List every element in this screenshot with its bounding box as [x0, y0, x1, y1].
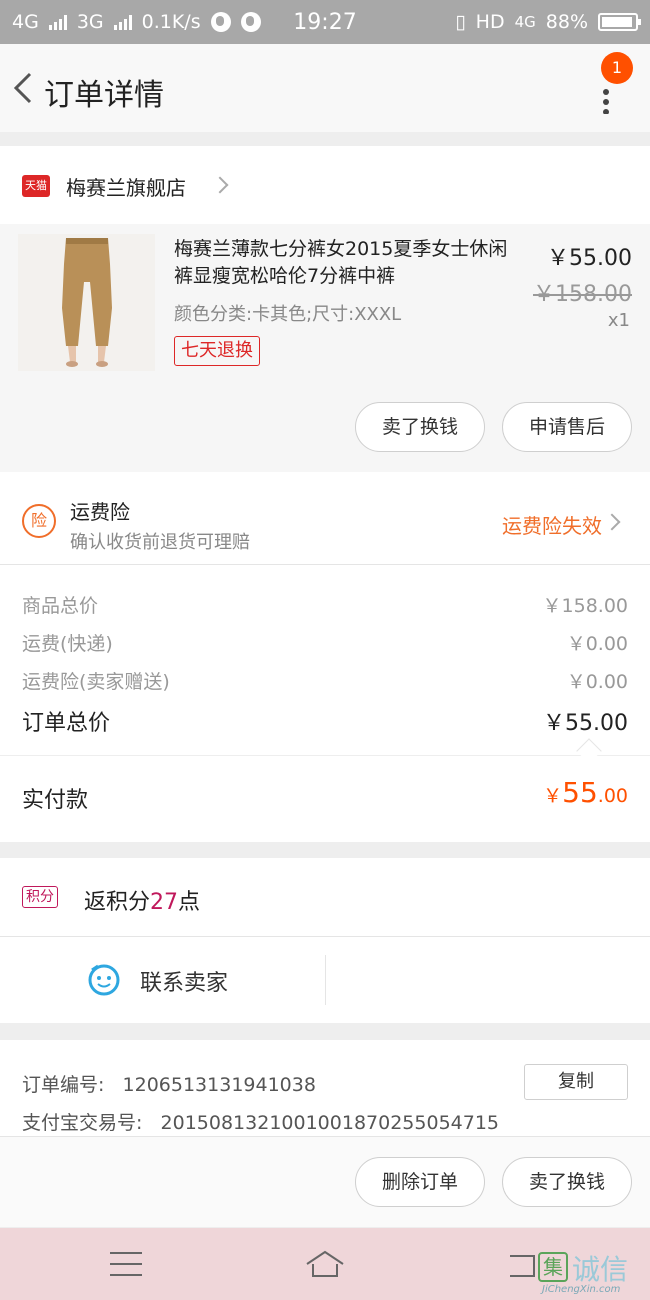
order-total-value: ￥55.00	[543, 711, 628, 736]
alipay-number: 2015081321001001870255054715	[160, 1112, 500, 1134]
page-title: 订单详情	[44, 78, 164, 113]
divider	[325, 955, 326, 1005]
store-name: 梅赛兰旗舰店	[66, 176, 186, 200]
row-value: ￥158.00	[542, 595, 628, 617]
points-icon: 积分	[22, 886, 58, 908]
battery-percent: 88%	[545, 11, 588, 33]
watermark-logo: 集	[538, 1252, 568, 1282]
tmall-icon: 天猫	[22, 175, 50, 197]
signal-icon	[48, 14, 67, 30]
product-image[interactable]	[18, 234, 155, 371]
points-text: 返积分27点	[84, 884, 200, 916]
notification-badge: 1	[601, 52, 633, 84]
contact-seller-label: 联系卖家	[140, 971, 229, 996]
return-policy-badge: 七天退换	[174, 336, 260, 366]
order-total-label: 订单总价	[22, 711, 111, 736]
points-amount: 27	[150, 890, 179, 915]
alipay-number-row: 支付宝交易号: 2015081321001001870255054715	[22, 1108, 499, 1135]
chat-face-icon	[88, 964, 120, 996]
watermark-url: JiChengXin.com	[542, 1284, 621, 1295]
row-value: ￥0.00	[566, 633, 628, 655]
product-card[interactable]: 梅赛兰薄款七分裤女2015夏季女士休闲裤显瘦宽松哈伦7分裤中裤 颜色分类:卡其色…	[0, 224, 650, 472]
order-info: 订单编号: 1206513131941038 支付宝交易号: 201508132…	[0, 1040, 650, 1136]
resell-button[interactable]: 卖了换钱	[502, 1157, 632, 1207]
subtotal-row: 商品总价 ￥158.00	[22, 591, 628, 618]
order-total-row: 订单总价 ￥55.00	[22, 705, 628, 737]
order-number-label: 订单编号:	[22, 1074, 105, 1096]
network-type-1: 4G	[12, 11, 39, 33]
back-nav-icon[interactable]	[508, 1250, 538, 1278]
order-actions: 删除订单 卖了换钱	[0, 1137, 650, 1227]
battery-icon	[598, 13, 641, 31]
row-label: 运费险(卖家赠送)	[22, 671, 170, 693]
resell-button[interactable]: 卖了换钱	[355, 402, 485, 452]
alipay-label: 支付宝交易号:	[22, 1112, 143, 1134]
network-speed: 0.1K/s	[141, 11, 201, 33]
paid-label: 实付款	[22, 788, 89, 813]
insurance-status: 运费险失效	[502, 514, 602, 538]
price-breakdown: 商品总价 ￥158.00 运费(快递) ￥0.00 运费险(卖家赠送) ￥0.0…	[0, 565, 650, 755]
watermark-text: 诚信	[572, 1253, 629, 1286]
points-prefix: 返积分	[84, 890, 151, 915]
network-type-3: 4G	[514, 13, 536, 31]
points-suffix: 点	[178, 890, 201, 915]
points-row: 积分 返积分27点	[0, 858, 650, 936]
insurance-subtitle: 确认收货前退货可理赔	[70, 532, 250, 553]
shipping-row: 运费(快递) ￥0.00	[22, 629, 628, 656]
status-bar: 4G 3G 0.1K/s 19:27 ▯ HD 4G 88%	[0, 0, 650, 44]
sync-icon	[210, 12, 231, 32]
product-sku: 颜色分类:卡其色;尺寸:XXXL	[174, 304, 402, 325]
signal-icon	[113, 14, 132, 30]
insurance-fee-row: 运费险(卖家赠送) ￥0.00	[22, 667, 628, 694]
hd-indicator: HD	[475, 11, 505, 33]
chevron-right-icon	[603, 513, 621, 531]
after-sale-button[interactable]: 申请售后	[502, 402, 632, 452]
delete-order-button[interactable]: 删除订单	[355, 1157, 485, 1207]
paid-amount: ￥55.00	[543, 776, 628, 809]
contact-row: 联系卖家	[0, 937, 650, 1023]
sync-icon	[240, 12, 261, 32]
home-icon[interactable]	[303, 1246, 347, 1282]
insurance-icon: 险	[22, 504, 56, 538]
chevron-right-icon	[211, 176, 229, 194]
product-title[interactable]: 梅赛兰薄款七分裤女2015夏季女士休闲裤显瘦宽松哈伦7分裤中裤	[174, 236, 514, 290]
row-value: ￥0.00	[566, 671, 628, 693]
order-number-row: 订单编号: 1206513131941038	[22, 1070, 316, 1097]
shipping-insurance-row[interactable]: 险 运费险 确认收货前退货可理赔 运费险失效	[0, 472, 650, 564]
menu-icon[interactable]	[110, 1252, 142, 1276]
vibrate-icon: ▯	[455, 11, 466, 33]
app-header: 订单详情 1	[0, 44, 650, 132]
row-label: 运费(快递)	[22, 633, 113, 655]
product-quantity: x1	[607, 310, 630, 331]
network-type-2: 3G	[76, 11, 104, 33]
back-arrow-icon[interactable]	[10, 68, 38, 108]
paid-amount-row: 实付款 ￥55.00	[0, 756, 650, 842]
row-label: 商品总价	[22, 595, 99, 617]
insurance-title: 运费险	[70, 500, 130, 524]
paid-currency: ￥	[543, 785, 563, 807]
paid-decimal: .00	[597, 785, 628, 807]
product-price: ￥55.00	[547, 246, 632, 271]
contact-seller-button[interactable]: 联系卖家	[0, 937, 325, 1023]
store-row[interactable]: 天猫 梅赛兰旗舰店	[0, 146, 650, 224]
paid-integer: 55	[562, 776, 598, 809]
copy-button[interactable]: 复制	[524, 1064, 628, 1100]
product-original-price: ￥158.00	[533, 282, 632, 307]
order-number: 1206513131941038	[122, 1074, 316, 1096]
